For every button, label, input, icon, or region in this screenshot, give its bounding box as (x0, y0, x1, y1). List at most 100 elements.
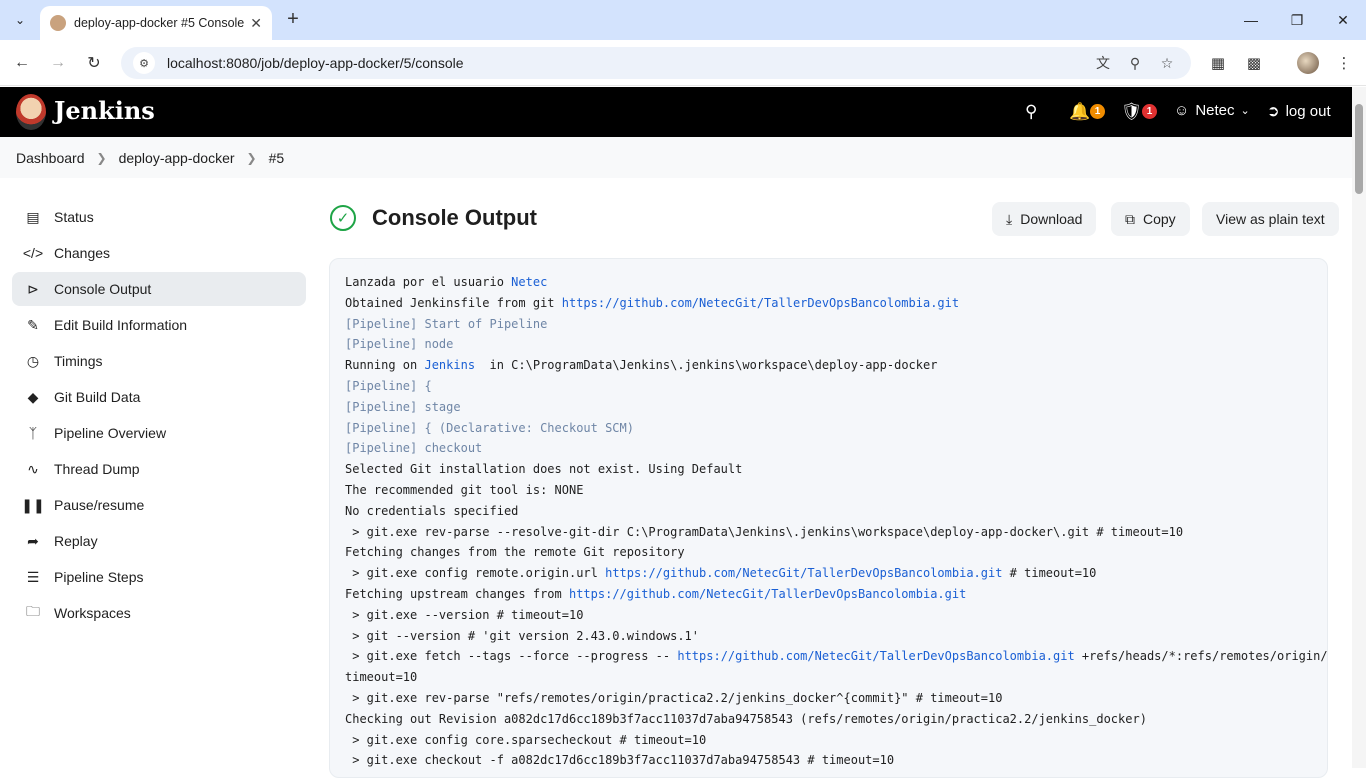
console-text: Obtained Jenkinsfile from git (345, 295, 562, 310)
profile-avatar[interactable] (1297, 52, 1319, 74)
page-scrollbar[interactable] (1352, 87, 1366, 768)
sidebar-item-pipeline-overview[interactable]: ᛉ Pipeline Overview (12, 416, 306, 450)
sidebar-item-timings[interactable]: ◷ Timings (12, 344, 306, 378)
browser-tab[interactable]: deploy-app-docker #5 Console ✕ (40, 6, 272, 40)
console-line: > git.exe --version # timeout=10 (345, 607, 584, 622)
folder-icon: 🗀 (26, 603, 40, 619)
sidebar-item-replay[interactable]: ➦ Replay (12, 524, 306, 558)
console-line: [Pipeline] checkout (345, 441, 483, 456)
chevron-right-icon: ❯ (96, 150, 107, 165)
sidebar-item-git-build-data[interactable]: ◆ Git Build Data (12, 380, 306, 414)
sidebar-item-label: Workspaces (54, 605, 131, 621)
download-icon: ⤓ (1006, 210, 1013, 227)
tab-close-icon[interactable]: ✕ (250, 15, 262, 32)
console-text: # timeout=10 (1002, 566, 1097, 581)
code-icon: </> (22, 245, 44, 261)
pause-icon: ❚❚ (21, 496, 45, 513)
browser-menu-icon[interactable]: ⋮ (1333, 52, 1355, 74)
console-line: > git.exe rev-parse --resolve-git-dir C:… (345, 524, 1184, 539)
terminal-icon: ⊳ (27, 280, 39, 297)
plain-text-label: View as plain text (1216, 211, 1325, 227)
breadcrumb-dashboard[interactable]: Dashboard (16, 150, 85, 166)
console-text: +refs/heads/*:refs/remotes/origin/* # (1074, 649, 1328, 664)
console-line: > git.exe fetch --tags --force --progres… (345, 646, 1327, 667)
console-text: in C:\ProgramData\Jenkins\.jenkins\works… (475, 358, 938, 373)
jenkins-logo-icon[interactable] (16, 94, 46, 130)
repo-link[interactable]: https://github.com/NetecGit/TallerDevOps… (605, 566, 1002, 580)
console-line: Checking out Revision a082dc17d6cc189b3f… (345, 711, 1147, 726)
new-tab-icon[interactable]: + (282, 8, 304, 32)
search-icon[interactable]: ⚲ (1025, 102, 1037, 122)
bookmark-star-icon[interactable]: ☆ (1157, 53, 1177, 73)
breadcrumb-job[interactable]: deploy-app-docker (119, 150, 235, 166)
user-menu[interactable]: ☺ Netec ⌄ (1174, 102, 1250, 119)
node-link[interactable]: Jenkins (424, 358, 475, 372)
minimize-icon[interactable]: — (1228, 0, 1274, 40)
sidebar-item-status[interactable]: ▤ Status (12, 200, 306, 234)
console-output: Lanzada por el usuario Netec Obtained Je… (329, 258, 1328, 778)
user-link[interactable]: Netec (511, 275, 547, 289)
reload-icon[interactable]: ↻ (82, 51, 106, 75)
page-title-group: ✓ Console Output (330, 205, 537, 231)
console-line: [Pipeline] { (345, 378, 432, 393)
sidebar: ▤ Status </> Changes ⊳ Console Output ✎ Edit… (12, 200, 306, 632)
scrollbar-thumb[interactable] (1355, 104, 1363, 194)
restore-icon[interactable]: ❐ (1274, 0, 1320, 40)
console-line: > git.exe checkout -f a082dc17d6cc189b3f… (345, 753, 895, 768)
sidebar-item-pipeline-steps[interactable]: ☰ Pipeline Steps (12, 560, 306, 594)
console-line: > git --version # 'git version 2.43.0.wi… (345, 628, 700, 643)
logout-link[interactable]: ➲ log out (1267, 102, 1331, 121)
sidebar-item-console-output[interactable]: ⊳ Console Output (12, 272, 306, 306)
site-info-icon[interactable]: ⚙ (133, 52, 155, 74)
url-field[interactable]: ⚙ localhost:8080/job/deploy-app-docker/5… (121, 47, 1191, 79)
console-line: No credentials specified (345, 503, 519, 518)
sidebar-item-changes[interactable]: </> Changes (12, 236, 306, 270)
translate-icon[interactable]: 文 (1093, 53, 1113, 73)
copy-button[interactable]: ⧉ Copy (1111, 202, 1190, 236)
sidebar-item-label: Replay (54, 533, 98, 549)
sidebar-item-label: Console Output (54, 281, 152, 297)
tab-search-icon[interactable]: ⌄ (8, 8, 32, 32)
page-title: Console Output (372, 205, 537, 230)
forward-icon[interactable]: → (46, 51, 70, 75)
back-icon[interactable]: ← (10, 51, 34, 75)
edit-icon: ✎ (27, 316, 39, 333)
notifications-bell-icon[interactable]: 🔔 (1069, 102, 1090, 122)
sidebar-item-label: Git Build Data (54, 389, 141, 405)
extension-app-icon[interactable]: ▦ (1207, 52, 1229, 74)
jenkins-favicon-icon (50, 15, 66, 31)
console-text: Lanzada por el usuario (345, 275, 512, 289)
console-text: > git.exe config remote.origin.url (345, 566, 606, 581)
jenkins-brand[interactable]: Jenkins (54, 96, 155, 125)
zoom-icon[interactable]: ⚲ (1125, 53, 1145, 73)
repo-link[interactable]: https://github.com/NetecGit/TallerDevOps… (677, 649, 1074, 663)
breadcrumb: Dashboard ❯ deploy-app-docker ❯ #5 (0, 137, 1352, 178)
breadcrumb-build[interactable]: #5 (269, 150, 285, 166)
repo-link[interactable]: https://github.com/NetecGit/TallerDevOps… (569, 587, 966, 601)
extensions-puzzle-icon[interactable]: ▩ (1243, 52, 1265, 74)
sidebar-item-pause-resume[interactable]: ❚❚ Pause/resume (12, 488, 306, 522)
repo-link[interactable]: https://github.com/NetecGit/TallerDevOps… (562, 296, 959, 310)
console-line: > git.exe config core.sparsecheckout # t… (345, 732, 707, 747)
tab-title: deploy-app-docker #5 Console (74, 16, 244, 30)
console-line: Fetching changes from the remote Git rep… (345, 545, 685, 560)
security-shield-icon[interactable]: 🛡 (1121, 102, 1143, 122)
security-badge: 1 (1142, 104, 1157, 119)
console-line: Selected Git installation does not exist… (345, 462, 743, 477)
sidebar-item-thread-dump[interactable]: ∿ Thread Dump (12, 452, 306, 486)
window-close-icon[interactable]: ✕ (1320, 0, 1366, 40)
sidebar-item-edit-build-information[interactable]: ✎ Edit Build Information (12, 308, 306, 342)
view-plain-text-button[interactable]: View as plain text (1202, 202, 1339, 236)
success-check-icon: ✓ (330, 205, 356, 231)
chevron-down-icon: ⌄ (1240, 105, 1250, 117)
sidebar-item-workspaces[interactable]: 🗀 Workspaces (12, 596, 306, 630)
console-line: Obtained Jenkinsfile from git https://gi… (345, 293, 1312, 314)
logout-label: log out (1285, 102, 1331, 120)
download-button[interactable]: ⤓ Download (992, 202, 1097, 236)
console-line: > git.exe rev-parse "refs/remotes/origin… (345, 690, 1003, 705)
browser-tab-bar: ⌄ deploy-app-docker #5 Console ✕ + — ❐ ✕ (0, 0, 1366, 40)
document-icon: ▤ (26, 208, 40, 225)
console-line: [Pipeline] stage (345, 399, 461, 414)
notifications-badge: 1 (1090, 104, 1105, 119)
console-line: [Pipeline] { (Declarative: Checkout SCM) (345, 420, 634, 435)
